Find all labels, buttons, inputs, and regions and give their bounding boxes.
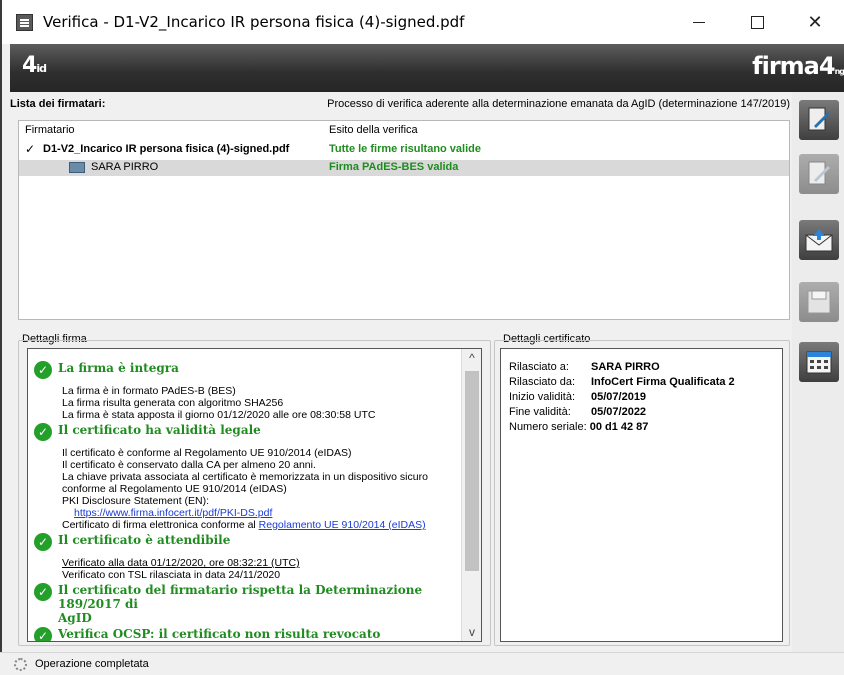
- signers-heading: Lista dei firmatari:: [10, 98, 106, 110]
- status-bar: Operazione completata: [0, 652, 844, 675]
- brand-banner: 4id firma4ng: [2, 44, 844, 92]
- logo-firma4ng: firma4ng: [752, 52, 844, 80]
- cert-value: 00 d1 42 87: [589, 421, 649, 433]
- cert-value: InfoCert Firma Qualificata 2: [591, 376, 735, 388]
- detail-line: La chiave privata associata al certifica…: [62, 471, 428, 483]
- check-icon: ✓: [34, 533, 52, 551]
- eidas-regulation-link[interactable]: Regolamento UE 910/2014 (eIDAS): [259, 519, 426, 531]
- certificate-details-panel: Rilasciato a: SARA PIRRO Rilasciato da: …: [500, 348, 783, 642]
- detail-line: conforme al Regolamento UE 910/2014 (eID…: [62, 483, 287, 495]
- detail-line: La firma è stata apposta il giorno 01/12…: [62, 409, 376, 421]
- check-title: Il certificato ha validità legale: [58, 423, 261, 437]
- check-integrity: ✓ La firma è integra: [34, 361, 464, 379]
- cert-key: Fine validità:: [509, 406, 571, 418]
- check-title: Verifica OCSP: il certificato non risult…: [58, 627, 381, 641]
- check-icon: ✓: [34, 583, 52, 601]
- check-title: La firma è integra: [58, 361, 179, 375]
- check-title: AgID: [58, 611, 92, 625]
- window-title: Verifica - D1-V2_Incarico IR persona fis…: [43, 13, 465, 31]
- detail-line: Il certificato è conforme al Regolamento…: [62, 447, 352, 459]
- cert-row-valid-from: Inizio validità: 05/07/2019: [509, 391, 646, 403]
- minimize-button[interactable]: [670, 0, 728, 44]
- cert-value: 05/07/2019: [591, 391, 647, 403]
- details-scrollbar[interactable]: ^ v: [461, 349, 481, 641]
- signature-details-panel[interactable]: ✓ La firma è integra La firma è in forma…: [27, 348, 482, 642]
- scroll-down-button[interactable]: v: [462, 623, 481, 641]
- maximize-button[interactable]: [728, 0, 786, 44]
- document-name: D1-V2_Incarico IR persona fisica (4)-sig…: [43, 143, 290, 155]
- detail-line: La firma è in formato PAdES-B (BES): [62, 385, 236, 397]
- check-icon: ✓: [34, 627, 52, 641]
- check-legal-validity: ✓ Il certificato ha validità legale: [34, 423, 464, 441]
- scroll-up-button[interactable]: ^: [462, 349, 481, 367]
- check-determination: ✓ Il certificato del firmatario rispetta…: [34, 583, 464, 625]
- cert-key: Inizio validità:: [509, 391, 576, 403]
- check-trusted: ✓ Il certificato è attendibile: [34, 533, 464, 551]
- verification-date-line: Verificato alla data 01/12/2020, ore 08:…: [62, 557, 300, 569]
- document-edit-icon[interactable]: [799, 154, 839, 194]
- cert-key: Numero seriale:: [509, 421, 587, 433]
- cert-row-serial: Numero seriale: 00 d1 42 87: [509, 421, 648, 433]
- document-result: Tutte le firme risultano valide: [329, 143, 481, 155]
- logo-4id: 4id: [22, 53, 47, 78]
- check-icon: ✓: [34, 361, 52, 379]
- app-icon: [16, 13, 33, 31]
- envelope-icon[interactable]: [799, 220, 839, 260]
- tree-row-signer[interactable]: SARA PIRRO Firma PAdES-BES valida: [19, 160, 789, 176]
- detail-line: Certificato di firma elettronica conform…: [62, 519, 259, 531]
- gear-icon: [14, 658, 27, 671]
- pki-disclosure-link[interactable]: https://www.firma.infocert.it/pdf/PKI-DS…: [74, 507, 272, 519]
- detail-line: La firma risulta generata con algoritmo …: [62, 397, 284, 409]
- cert-key: Rilasciato da:: [509, 376, 576, 388]
- cert-row-issued-by: Rilasciato da: InfoCert Firma Qualificat…: [509, 376, 735, 388]
- document-sign-icon[interactable]: [799, 100, 839, 140]
- signer-result: Firma PAdES-BES valida: [329, 161, 459, 173]
- chevron-down-icon[interactable]: ✓: [25, 142, 35, 156]
- cert-row-valid-to: Fine validità: 05/07/2022: [509, 406, 646, 418]
- window-left-edge: [0, 44, 10, 652]
- detail-line: PKI Disclosure Statement (EN):: [62, 495, 210, 507]
- scroll-thumb[interactable]: [465, 371, 479, 571]
- tool-sidebar: [792, 92, 844, 652]
- status-text: Operazione completata: [35, 658, 149, 670]
- save-icon[interactable]: [799, 282, 839, 322]
- check-title: Il certificato del firmatario rispetta l…: [58, 583, 423, 611]
- cert-row-issued-to: Rilasciato a: SARA PIRRO: [509, 361, 660, 373]
- signers-header: Lista dei firmatari: Processo di verific…: [10, 98, 790, 114]
- title-bar: Verifica - D1-V2_Incarico IR persona fis…: [0, 0, 844, 44]
- column-header-result[interactable]: Esito della verifica: [329, 124, 418, 136]
- process-note: Processo di verifica aderente alla deter…: [327, 98, 790, 110]
- signer-name: SARA PIRRO: [91, 161, 159, 173]
- check-title: Il certificato è attendibile: [58, 533, 231, 547]
- cert-key: Rilasciato a:: [509, 361, 569, 373]
- tree-row-document[interactable]: ✓ D1-V2_Incarico IR persona fisica (4)-s…: [19, 142, 789, 158]
- cert-value: 05/07/2022: [591, 406, 647, 418]
- signers-tree[interactable]: Firmatario Esito della verifica ✓ D1-V2_…: [18, 120, 790, 320]
- check-icon: ✓: [34, 423, 52, 441]
- check-ocsp: ✓ Verifica OCSP: il certificato non risu…: [34, 627, 464, 641]
- calendar-icon[interactable]: [799, 342, 839, 382]
- signature-icon: [69, 162, 85, 173]
- detail-line: Verificato con TSL rilasciata in data 24…: [62, 569, 281, 581]
- cert-value: SARA PIRRO: [591, 361, 660, 373]
- close-button[interactable]: ✕: [786, 0, 844, 44]
- column-header-signer[interactable]: Firmatario: [25, 124, 75, 136]
- window-controls: ✕: [670, 0, 844, 44]
- detail-line: Il certificato è conservato dalla CA per…: [62, 459, 316, 471]
